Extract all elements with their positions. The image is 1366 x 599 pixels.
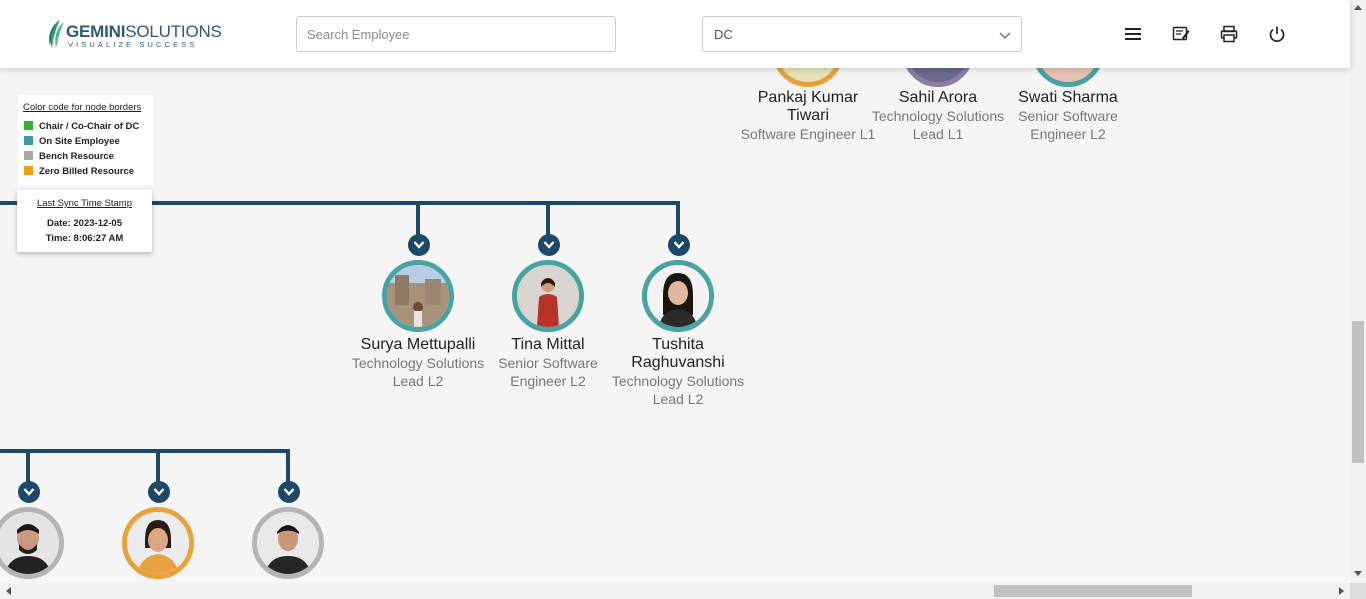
expand-chevron-icon[interactable] xyxy=(408,234,430,256)
photo-placeholder-icon xyxy=(257,512,319,574)
employee-name: Swati Sharma xyxy=(1018,89,1118,106)
sync-time: Time: 8:06:27 AM xyxy=(45,233,124,244)
employee-role: Senior Software Engineer L2 xyxy=(498,355,598,389)
legend-item: Zero Billed Resource xyxy=(24,166,134,178)
vertical-scroll-thumb[interactable] xyxy=(1352,321,1364,463)
leaf-logo-icon xyxy=(49,20,64,48)
employee-node-tina[interactable]: Tina Mittal Senior Software Engineer L2 xyxy=(478,336,618,390)
logo-tagline: VISUALIZE SUCCESS xyxy=(68,40,198,49)
power-icon[interactable] xyxy=(1267,24,1287,44)
avatar[interactable] xyxy=(642,260,714,332)
employee-node-swati[interactable]: Swati Sharma Senior Software Engineer L2 xyxy=(998,89,1138,143)
photo-placeholder-icon xyxy=(647,265,709,327)
expand-chevron-icon[interactable] xyxy=(538,234,560,256)
scroll-right-arrow-icon[interactable] xyxy=(1339,587,1345,595)
expand-chevron-icon[interactable] xyxy=(148,481,170,503)
last-sync-panel: Last Sync Time Stamp Date: 2023-12-05 Ti… xyxy=(17,190,152,252)
scroll-left-arrow-icon[interactable] xyxy=(5,587,11,595)
expand-chevron-icon[interactable] xyxy=(668,234,690,256)
logo-rest-text: SOLUTIONS xyxy=(125,22,222,41)
avatar[interactable] xyxy=(512,260,584,332)
chevron-down-icon xyxy=(999,32,1011,39)
menu-icon[interactable] xyxy=(1123,24,1143,44)
employee-node-surya[interactable]: Surya Mettupalli Technology Solutions Le… xyxy=(348,336,488,390)
employee-role: Technology Solutions Lead L2 xyxy=(611,373,745,407)
employee-name: Surya Mettupalli xyxy=(360,336,476,353)
employee-role: Software Engineer L1 xyxy=(740,126,876,142)
employee-name: Sahil Arora xyxy=(898,89,978,106)
legend-swatch xyxy=(24,151,33,160)
scroll-down-arrow-icon[interactable] xyxy=(1354,571,1362,577)
legend-swatch xyxy=(24,166,33,175)
feedback-icon[interactable] xyxy=(1171,24,1191,44)
legend-item: Bench Resource xyxy=(24,151,114,163)
scroll-up-arrow-icon[interactable] xyxy=(1354,4,1362,10)
expand-chevron-icon[interactable] xyxy=(18,481,40,503)
legend-item: On Site Employee xyxy=(24,136,120,148)
dc-select[interactable]: DC xyxy=(702,16,1022,52)
legend-swatch xyxy=(24,121,33,130)
employee-role: Technology Solutions Lead L1 xyxy=(871,108,1005,142)
search-employee-input[interactable] xyxy=(296,16,616,52)
employee-role: Senior Software Engineer L2 xyxy=(1018,108,1118,142)
top-header: GEMINISOLUTIONS VISUALIZE SUCCESS DC xyxy=(0,0,1350,68)
photo-placeholder-icon xyxy=(517,265,579,327)
employee-name: Pankaj Kumar Tiwari xyxy=(757,89,859,124)
employee-role: Technology Solutions Lead L2 xyxy=(351,355,485,389)
employee-node-sahil[interactable]: Sahil Arora Technology Solutions Lead L1 xyxy=(868,89,1008,143)
logo-main-text: GEMINI xyxy=(66,22,126,41)
border-color-legend: Color code for node borders Chair / Co-C… xyxy=(18,95,153,185)
sync-date: Date: 2023-12-05 xyxy=(47,218,122,229)
dc-select-value: DC xyxy=(714,27,733,42)
photo-placeholder-icon xyxy=(387,265,449,327)
scrollbar-corner xyxy=(1350,583,1366,599)
employee-node-pankaj[interactable]: Pankaj Kumar Tiwari Software Engineer L1 xyxy=(738,89,878,143)
employee-name: Tina Mittal xyxy=(511,336,585,353)
vertical-scrollbar[interactable] xyxy=(1350,0,1366,583)
avatar[interactable] xyxy=(122,507,194,579)
legend-swatch xyxy=(24,136,33,145)
gemini-solutions-logo[interactable]: GEMINISOLUTIONS VISUALIZE SUCCESS xyxy=(46,16,222,52)
sync-title: Last Sync Time Stamp xyxy=(36,198,133,209)
expand-chevron-icon[interactable] xyxy=(278,481,300,503)
legend-item: Chair / Co-Chair of DC xyxy=(24,121,139,133)
employee-node-tushita[interactable]: Tushita Raghuvanshi Technology Solutions… xyxy=(608,336,748,408)
legend-title: Color code for node borders xyxy=(23,102,142,113)
print-icon[interactable] xyxy=(1219,24,1239,44)
avatar[interactable] xyxy=(382,260,454,332)
employee-name: Tushita Raghuvanshi xyxy=(631,336,725,371)
photo-placeholder-icon xyxy=(0,512,59,574)
photo-placeholder-icon xyxy=(127,512,189,574)
horizontal-scroll-thumb[interactable] xyxy=(994,585,1192,597)
avatar[interactable] xyxy=(252,507,324,579)
